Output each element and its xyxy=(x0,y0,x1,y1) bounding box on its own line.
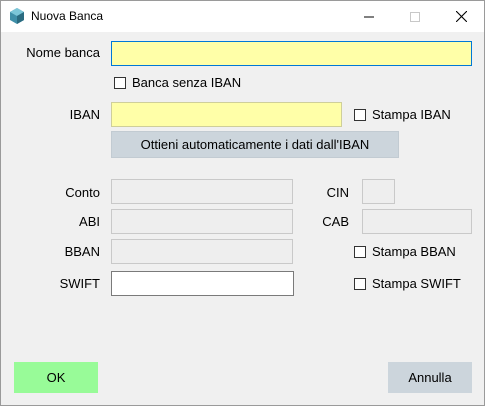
maximize-button[interactable] xyxy=(392,1,438,32)
nome-banca-input[interactable] xyxy=(112,42,471,65)
ok-button[interactable]: OK xyxy=(14,362,98,393)
cab-label: CAB xyxy=(322,214,349,229)
dialog-window: Nuova Banca Nome banca Banca senza IBAN … xyxy=(0,0,485,406)
banca-senza-iban-label: Banca senza IBAN xyxy=(132,75,242,90)
abi-input[interactable] xyxy=(112,210,292,233)
close-icon xyxy=(455,11,467,22)
cin-label: CIN xyxy=(326,185,349,200)
window-title: Nuova Banca xyxy=(31,9,104,23)
cin-field[interactable] xyxy=(362,179,395,204)
stampa-iban-label: Stampa IBAN xyxy=(372,107,451,122)
checkbox-box[interactable] xyxy=(354,108,366,121)
minimize-icon xyxy=(364,16,374,17)
nome-banca-field[interactable] xyxy=(111,41,472,66)
title-bar: Nuova Banca xyxy=(1,1,484,32)
bban-label: BBAN xyxy=(64,244,100,259)
bank-building-icon xyxy=(10,8,24,24)
stampa-bban-checkbox[interactable]: Stampa BBAN xyxy=(354,244,456,259)
cab-input[interactable] xyxy=(363,210,471,233)
conto-input[interactable] xyxy=(112,180,292,203)
stampa-bban-label: Stampa BBAN xyxy=(372,244,456,259)
cin-input[interactable] xyxy=(363,180,394,203)
cancel-button[interactable]: Annulla xyxy=(388,362,472,393)
stampa-swift-label: Stampa SWIFT xyxy=(372,276,461,291)
bban-input[interactable] xyxy=(112,240,292,263)
nome-banca-label: Nome banca xyxy=(26,45,100,60)
minimize-button[interactable] xyxy=(346,1,392,32)
iban-field[interactable] xyxy=(111,102,342,127)
abi-field[interactable] xyxy=(111,209,293,234)
stampa-iban-checkbox[interactable]: Stampa IBAN xyxy=(354,107,451,122)
swift-label: SWIFT xyxy=(59,276,100,291)
maximize-icon xyxy=(410,11,420,22)
cab-field[interactable] xyxy=(362,209,472,234)
checkbox-box[interactable] xyxy=(354,277,366,290)
checkbox-box[interactable] xyxy=(354,245,366,258)
swift-field[interactable] xyxy=(111,271,294,296)
abi-label: ABI xyxy=(79,214,100,229)
get-iban-data-button[interactable]: Ottieni automaticamente i dati dall'IBAN xyxy=(111,131,399,158)
checkbox-box[interactable] xyxy=(114,76,126,89)
stampa-swift-checkbox[interactable]: Stampa SWIFT xyxy=(354,276,461,291)
bban-field[interactable] xyxy=(111,239,293,264)
conto-label: Conto xyxy=(65,185,100,200)
iban-label: IBAN xyxy=(69,107,100,122)
swift-input[interactable] xyxy=(112,272,293,295)
iban-input[interactable] xyxy=(112,103,341,126)
banca-senza-iban-checkbox[interactable]: Banca senza IBAN xyxy=(114,75,241,90)
conto-field[interactable] xyxy=(111,179,293,204)
close-button[interactable] xyxy=(438,1,484,32)
